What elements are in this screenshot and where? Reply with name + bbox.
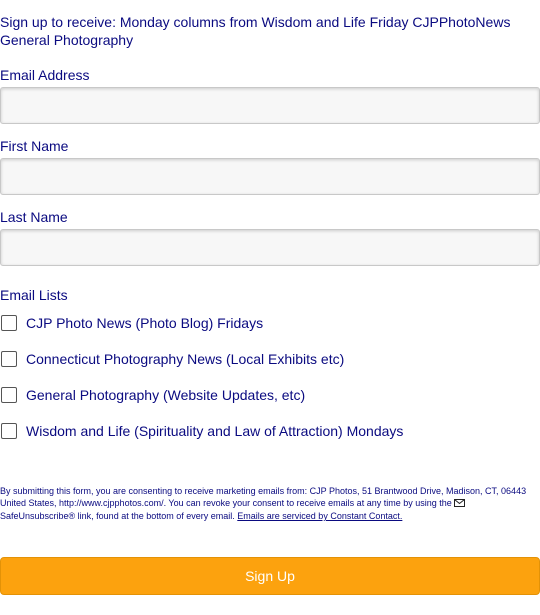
list-checkbox[interactable]: [1, 315, 17, 331]
list-item-connecticut-photography-news[interactable]: Connecticut Photography News (Local Exhi…: [0, 349, 344, 369]
list-item-cjp-photo-news[interactable]: CJP Photo News (Photo Blog) Fridays: [0, 313, 263, 333]
envelope-icon: [454, 498, 466, 510]
email-lists-label: Email Lists: [0, 287, 68, 303]
constant-contact-link[interactable]: Emails are serviced by Constant Contact.: [237, 511, 402, 521]
sign-up-button[interactable]: Sign Up: [0, 557, 540, 595]
email-label: Email Address: [0, 67, 90, 83]
list-item-general-photography[interactable]: General Photography (Website Updates, et…: [0, 385, 305, 405]
form-intro: Sign up to receive: Monday columns from …: [0, 14, 511, 48]
list-checkbox[interactable]: [1, 423, 17, 439]
consent-notice: By submitting this form, you are consent…: [0, 485, 530, 522]
list-item-label: Connecticut Photography News (Local Exhi…: [26, 351, 345, 367]
first-name-label: First Name: [0, 138, 69, 154]
last-name-label: Last Name: [0, 209, 68, 225]
list-item-label: Wisdom and Life (Spirituality and Law of…: [26, 423, 404, 439]
list-checkbox[interactable]: [1, 351, 17, 367]
list-item-label: CJP Photo News (Photo Blog) Fridays: [26, 315, 264, 331]
safeunsubscribe-text: SafeUnsubscribe® link, found at the bott…: [0, 511, 235, 521]
list-item-label: General Photography (Website Updates, et…: [26, 387, 306, 403]
list-item-wisdom-and-life[interactable]: Wisdom and Life (Spirituality and Law of…: [0, 421, 403, 441]
first-name-field[interactable]: [0, 158, 540, 195]
list-checkbox[interactable]: [1, 387, 17, 403]
email-field[interactable]: [0, 87, 540, 124]
consent-text: By submitting this form, you are consent…: [0, 486, 527, 508]
last-name-field[interactable]: [0, 229, 540, 266]
